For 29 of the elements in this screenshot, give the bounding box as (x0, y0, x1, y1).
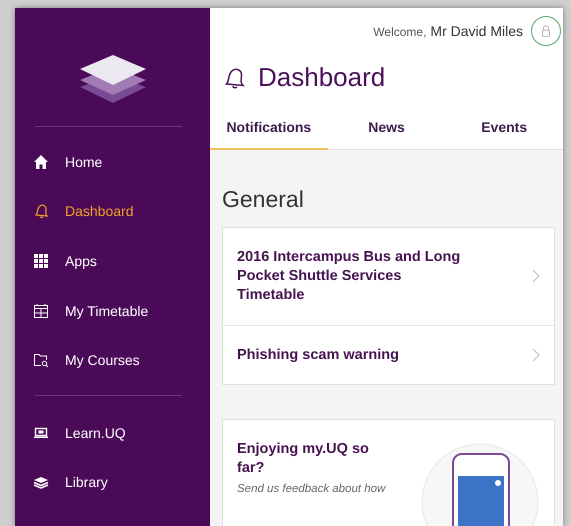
home-icon (33, 154, 49, 170)
chevron-right-icon (532, 348, 540, 362)
notification-item[interactable]: 2016 Intercampus Bus and Long Pocket Shuttle Services Timetable (223, 228, 554, 326)
nav-item[interactable]: Dashboard (15, 186, 210, 236)
nav-item[interactable]: My Timetable (15, 286, 210, 336)
books-icon (33, 474, 49, 490)
nav-item[interactable]: Learn.UQ (15, 408, 210, 458)
chevron-right-icon (532, 269, 540, 284)
nav-item[interactable]: Library (15, 458, 210, 508)
notification-item[interactable]: Phishing scam warning (223, 326, 554, 384)
user-name: Mr David Miles (430, 23, 523, 39)
bell-icon (33, 203, 49, 220)
logo-icon (78, 53, 148, 105)
nav-item[interactable]: Home (15, 137, 210, 187)
nav-item[interactable]: My Courses (15, 335, 210, 385)
tab[interactable]: Events (445, 111, 563, 150)
tab[interactable]: News (328, 111, 446, 150)
page-title: Dashboard (258, 62, 386, 93)
nav-item[interactable]: Apps (15, 236, 210, 286)
padlock-icon (539, 24, 553, 38)
welcome-text: Welcome, (373, 25, 426, 39)
bell-icon (222, 66, 246, 90)
feedback-title: Enjoying my.UQ so far? (237, 440, 370, 478)
calendar-icon (33, 302, 49, 319)
grid-icon (33, 252, 49, 269)
feedback-text: Send us feedback about how (237, 483, 387, 496)
folder-icon (33, 352, 49, 368)
tab[interactable]: Notifications (210, 111, 328, 150)
section-title: General (222, 186, 305, 213)
